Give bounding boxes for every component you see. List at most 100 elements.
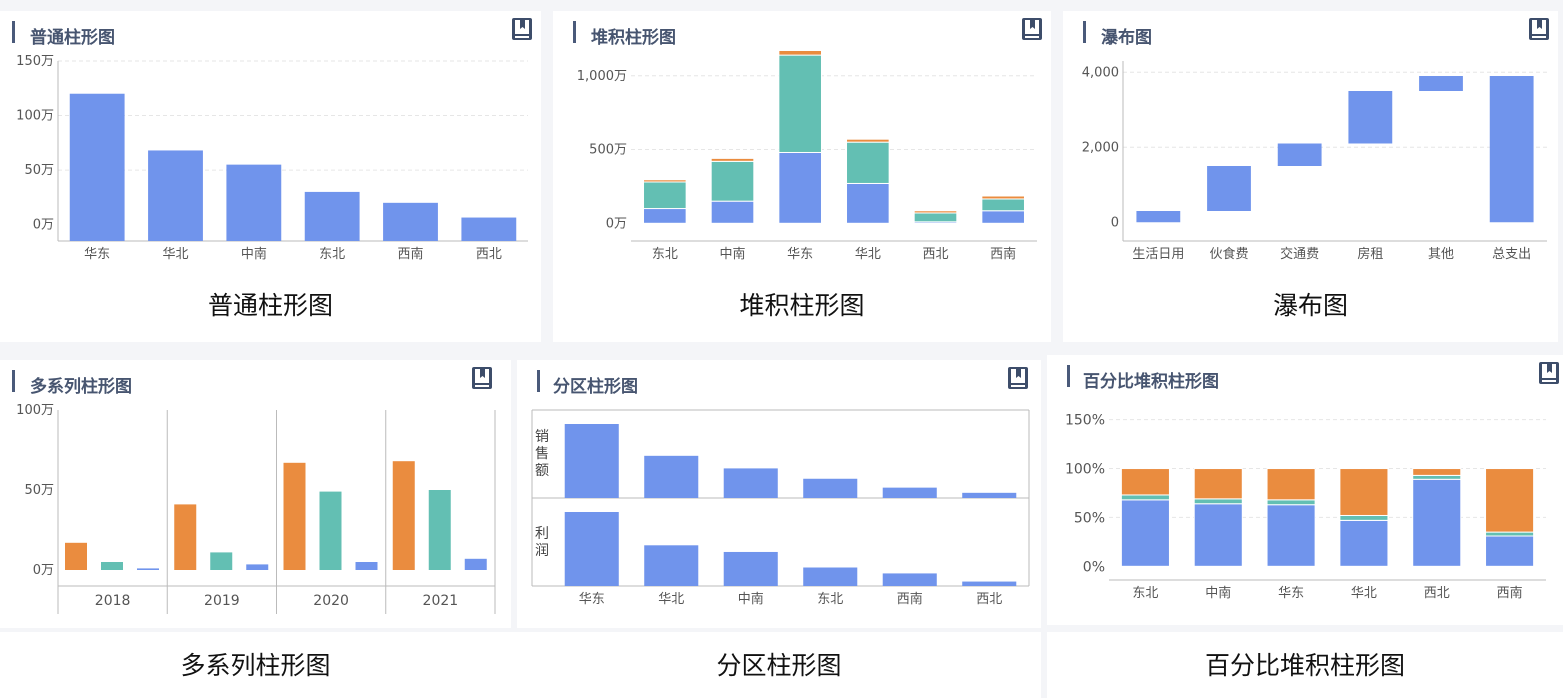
bar-segment bbox=[643, 208, 687, 224]
bar bbox=[319, 491, 342, 570]
x-tick-label: 华东 bbox=[1278, 586, 1304, 601]
y-tick-label: 100% bbox=[1065, 462, 1105, 478]
x-tick-label: 西南 bbox=[1497, 585, 1523, 601]
x-tick-label: 华北 bbox=[1351, 586, 1377, 601]
chart-caption: 普通柱形图 bbox=[207, 291, 333, 320]
bar-segment bbox=[1339, 468, 1389, 516]
y-tick-label: 100万 bbox=[16, 109, 54, 124]
bar-segment bbox=[1485, 531, 1535, 537]
bar-segment bbox=[913, 210, 958, 214]
chart-caption: 堆积柱形图 bbox=[739, 291, 865, 320]
bar-segment bbox=[1485, 468, 1535, 533]
book-icon[interactable] bbox=[1022, 18, 1042, 40]
book-icon[interactable] bbox=[1008, 367, 1028, 389]
chart-card-percent-stacked: 百分比堆积柱形图 0% 50% 100% 150% 东北 中南 华东 华北 西北 西南 bbox=[1047, 355, 1563, 625]
facet-label: 销 bbox=[535, 429, 549, 445]
bar-segment bbox=[1193, 468, 1243, 500]
bar bbox=[246, 564, 269, 570]
bar bbox=[723, 468, 778, 498]
bar-segment bbox=[778, 151, 822, 224]
x-tick-label: 西南 bbox=[897, 591, 923, 607]
bar bbox=[355, 562, 378, 570]
bar bbox=[564, 512, 619, 586]
header-accent-bar bbox=[12, 370, 15, 392]
x-tick-label: 东北 bbox=[1132, 586, 1158, 601]
bar bbox=[1136, 211, 1181, 223]
bar bbox=[283, 462, 306, 570]
bar-segment bbox=[1412, 468, 1462, 476]
chart-caption: 多系列柱形图 bbox=[180, 651, 331, 680]
x-tick-label: 2018 bbox=[95, 593, 131, 609]
bar bbox=[1207, 166, 1251, 211]
x-tick-label: 2020 bbox=[313, 593, 349, 609]
book-icon[interactable] bbox=[472, 367, 492, 389]
y-tick-label: 4,000 bbox=[1082, 65, 1119, 80]
bar-segment bbox=[981, 195, 1025, 200]
bar bbox=[464, 558, 487, 570]
card-title: 多系列柱形图 bbox=[30, 377, 132, 397]
facet-label: 额 bbox=[535, 463, 549, 479]
bar-segment bbox=[710, 157, 755, 162]
bar-segment bbox=[778, 51, 822, 56]
chart-plot: 销售额利润华东 华北 中南 东北 西南 西北 bbox=[531, 409, 1030, 607]
x-tick-label: 华北 bbox=[855, 247, 881, 262]
header-accent-bar bbox=[1083, 21, 1086, 43]
x-tick-label: 交通费 bbox=[1280, 246, 1319, 262]
y-tick-label: 0万 bbox=[33, 563, 54, 578]
book-icon[interactable] bbox=[1529, 18, 1549, 40]
y-tick-label: 50万 bbox=[24, 163, 54, 178]
bar bbox=[428, 490, 451, 570]
card-title: 分区柱形图 bbox=[553, 377, 638, 397]
book-icon[interactable] bbox=[1539, 362, 1559, 384]
bar bbox=[564, 424, 619, 498]
bar bbox=[1277, 143, 1322, 166]
bar bbox=[803, 478, 858, 498]
bar bbox=[174, 504, 197, 570]
y-tick-label: 0万 bbox=[33, 218, 54, 233]
x-tick-label: 中南 bbox=[241, 246, 267, 262]
bar-segment bbox=[846, 182, 890, 224]
x-tick-label: 华东 bbox=[579, 592, 605, 607]
y-tick-label: 2,000 bbox=[1082, 140, 1119, 155]
x-tick-label: 华东 bbox=[84, 247, 110, 262]
bar-segment bbox=[1193, 498, 1243, 505]
bar bbox=[148, 150, 203, 241]
bar bbox=[882, 573, 937, 586]
x-tick-label: 东北 bbox=[319, 247, 345, 262]
bar-segment bbox=[981, 198, 1025, 212]
bar bbox=[137, 568, 159, 570]
y-tick-label: 500万 bbox=[589, 143, 627, 158]
card-title: 普通柱形图 bbox=[30, 28, 115, 48]
chart-card-stacked: 堆积柱形图 0万 500万 1,000万 东北 中南 华东 华北 西北 西南 堆积柱形图 bbox=[553, 11, 1051, 342]
bar-segment bbox=[778, 54, 822, 153]
facet-label: 利 bbox=[535, 526, 549, 542]
bar-segment bbox=[710, 200, 755, 224]
x-tick-label: 华北 bbox=[658, 592, 684, 607]
x-tick-label: 其他 bbox=[1428, 247, 1454, 262]
x-tick-label: 房租 bbox=[1357, 246, 1383, 262]
chart-card-waterfall: 瀑布图 0 2,000 4,000 生活日用 伙食费 交通费 房租 其他 总支出 瀑布图 bbox=[1063, 11, 1558, 342]
header-accent-bar bbox=[537, 370, 540, 392]
chart-plot: 0 2,000 4,000 生活日用 伙食费 交通费 房租 其他 总支出 bbox=[1082, 61, 1547, 262]
bar-segment bbox=[1266, 504, 1316, 567]
header-accent-bar bbox=[573, 21, 576, 43]
bar bbox=[101, 562, 123, 570]
caption-panel: 百分比堆积柱形图 bbox=[1047, 632, 1563, 698]
y-tick-label: 0万 bbox=[606, 216, 627, 231]
chart-plot: 0% 50% 100% 150% 东北 中南 华东 华北 西北 西南 bbox=[1065, 413, 1546, 601]
bar bbox=[1348, 91, 1393, 144]
bar-segment bbox=[1339, 519, 1389, 567]
y-tick-label: 150万 bbox=[16, 54, 54, 69]
x-tick-label: 2019 bbox=[204, 593, 240, 609]
bar bbox=[644, 455, 699, 498]
y-tick-label: 0% bbox=[1083, 559, 1105, 575]
x-tick-label: 中南 bbox=[1205, 585, 1231, 601]
bar bbox=[1419, 76, 1463, 91]
x-tick-label: 西北 bbox=[976, 592, 1002, 607]
bar-segment bbox=[1412, 474, 1462, 480]
x-tick-label: 东北 bbox=[652, 247, 678, 262]
bar-segment bbox=[913, 212, 958, 223]
book-icon[interactable] bbox=[512, 18, 532, 40]
x-tick-label: 华东 bbox=[787, 247, 813, 262]
chart-card-faceted: 分区柱形图 销售额利润华东 华北 中南 东北 西南 西北 bbox=[517, 360, 1041, 628]
